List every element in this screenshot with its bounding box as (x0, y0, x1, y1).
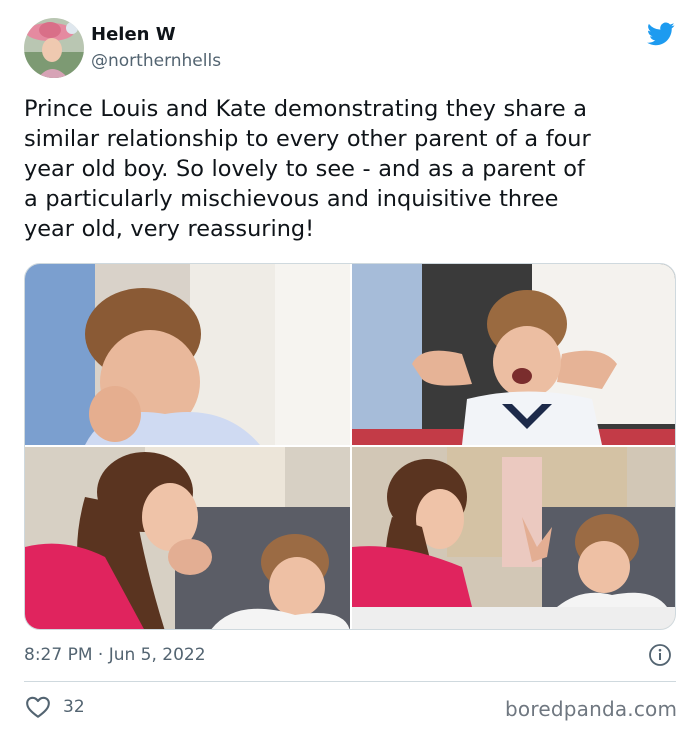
tweet-text-line: year old boy. So lovely to see - and as … (24, 156, 585, 182)
tweet-text-line: year old, very reassuring! (24, 216, 315, 242)
tweet-photo-1[interactable] (25, 264, 350, 445)
tweet-photo-4[interactable] (352, 447, 675, 629)
tweet-card: Helen W @northernhells Prince Louis and … (0, 0, 700, 733)
media-grid (24, 263, 676, 630)
tweet-photo-3[interactable] (25, 447, 350, 629)
tweet-timestamp[interactable]: 8:27 PM · Jun 5, 2022 (24, 645, 206, 665)
tweet-photo-2[interactable] (352, 264, 675, 445)
like-count: 32 (63, 697, 85, 717)
tweet-text: Prince Louis and Kate demonstrating they… (24, 94, 676, 244)
avatar[interactable] (24, 18, 84, 78)
divider (24, 681, 676, 682)
tweet-text-line: a particularly mischievous and inquisiti… (24, 186, 559, 212)
tweet-text-line: Prince Louis and Kate demonstrating they… (24, 96, 587, 122)
info-circle-icon[interactable] (648, 643, 672, 667)
author-name[interactable]: Helen W (91, 24, 176, 45)
tweet-text-line: similar relationship to every other pare… (24, 126, 591, 152)
heart-outline-icon[interactable] (25, 695, 51, 719)
twitter-bird-icon[interactable] (645, 20, 677, 48)
author-handle[interactable]: @northernhells (91, 51, 221, 71)
watermark: boredpanda.com (505, 697, 678, 721)
